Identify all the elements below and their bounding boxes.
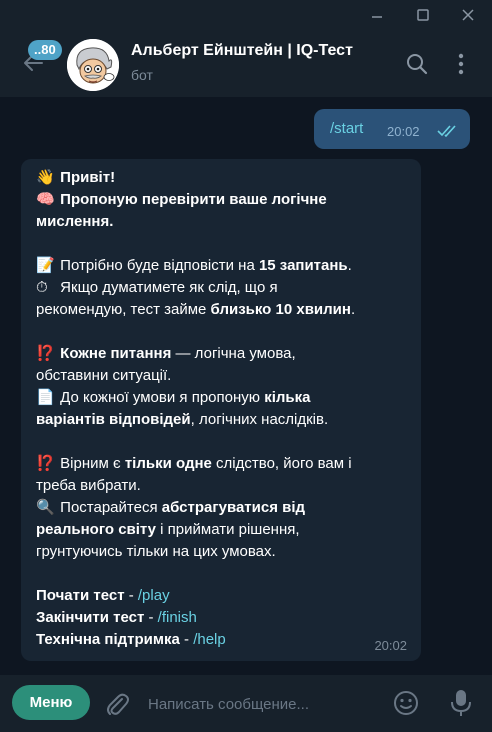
greeting-text: Привіт!: [60, 169, 116, 186]
magnifier-emoji-icon: 🔍: [36, 499, 55, 516]
incoming-message[interactable]: 👋 Привіт! 🧠 Пропоную перевірити ваше лог…: [21, 159, 421, 661]
rec-post: .: [350, 301, 356, 318]
support-label: Технічна підтримка: [36, 631, 180, 648]
variants-rest: , логічних наслідків.: [190, 411, 329, 428]
read-check-icon: [437, 124, 459, 138]
outgoing-text: /start: [330, 120, 364, 137]
exclamation-question-emoji-icon-2: ⁉️: [36, 455, 55, 472]
offer-text-cont: мислення.: [36, 213, 114, 230]
brain-emoji-icon: 🧠: [36, 191, 55, 208]
close-icon[interactable]: [458, 5, 478, 25]
abstract-text: абстрагуватися від: [161, 499, 306, 516]
paperclip-icon[interactable]: [104, 690, 130, 718]
memo-emoji-icon: 📝: [36, 257, 55, 274]
message-body: 👋 Привіт! 🧠 Пропоную перевірити ваше лог…: [36, 167, 411, 651]
start-test-label: Почати тест: [36, 587, 125, 604]
finish-command-link[interactable]: /finish: [158, 609, 197, 626]
rec-duration: близько 10 хвилин: [210, 301, 351, 318]
several-text: кілька: [264, 389, 311, 406]
page-emoji-icon: 📄: [36, 389, 55, 406]
true-post: слідство, його вам і: [211, 455, 352, 472]
help-command-link[interactable]: /help: [193, 631, 226, 648]
more-vertical-icon[interactable]: [449, 52, 473, 76]
window-titlebar: [0, 0, 492, 30]
chat-title[interactable]: Альберт Ейнштейн | IQ-Тест: [131, 42, 353, 60]
maximize-icon[interactable]: [413, 5, 433, 25]
chat-header: ..80 Альберт Ейнштейн | IQ-Тест бот: [0, 30, 492, 97]
need-post: .: [347, 257, 352, 274]
choose-text: треба вибрати.: [36, 477, 141, 494]
true-text: Вірним є: [60, 455, 125, 472]
help-sep: -: [179, 631, 194, 648]
search-icon[interactable]: [405, 52, 429, 76]
each-question-rest: — логічна умова,: [171, 345, 296, 362]
message-input[interactable]: [146, 690, 370, 718]
incoming-time: 20:02: [374, 638, 407, 653]
need-count: 15 запитань: [258, 257, 348, 274]
play-command-link[interactable]: /play: [138, 587, 170, 604]
real-world-text: реального світу: [36, 521, 156, 538]
circumstances-text: обставини ситуації.: [36, 367, 172, 384]
minimize-icon[interactable]: [367, 5, 387, 25]
unread-badge: ..80: [28, 40, 62, 60]
emoji-smile-icon[interactable]: [393, 690, 419, 716]
variants-text: варіантів відповідей: [36, 411, 191, 428]
outgoing-message[interactable]: /start 20:02: [314, 109, 470, 149]
rec-text: рекомендую, тест займе: [36, 301, 211, 318]
microphone-icon[interactable]: [449, 688, 473, 718]
need-text: Потрібно буде відповісти на: [60, 257, 259, 274]
try-text: Постарайтеся: [60, 499, 162, 516]
menu-button[interactable]: Меню: [12, 685, 90, 720]
real-world-rest: і приймати рішення,: [156, 521, 300, 538]
offer-text: Пропоную перевірити ваше логічне: [60, 191, 327, 208]
each-question-text: Кожне питання: [60, 345, 172, 362]
to-each-text: До кожної умови я пропоную: [60, 389, 265, 406]
exclamation-question-emoji-icon: ⁉️: [36, 345, 55, 362]
finish-sep: -: [144, 609, 158, 626]
start-sep: -: [124, 587, 138, 604]
outgoing-time: 20:02: [387, 124, 420, 139]
wave-emoji-icon: 👋: [36, 169, 55, 186]
if-text: Якщо думатимете як слід, що я: [60, 279, 278, 296]
avatar[interactable]: [67, 39, 119, 91]
based-text: грунтуючись тільки на цих умовах.: [36, 543, 276, 560]
timer-emoji-icon: ⏱: [36, 279, 48, 296]
finish-test-label: Закінчити тест: [36, 609, 145, 626]
composer-bar: Меню: [0, 675, 492, 732]
only-one-text: тільки одне: [124, 455, 212, 472]
chat-subtitle: бот: [131, 67, 153, 83]
message-list[interactable]: /start 20:02 👋 Привіт! 🧠 Пропоную переві…: [0, 97, 492, 675]
